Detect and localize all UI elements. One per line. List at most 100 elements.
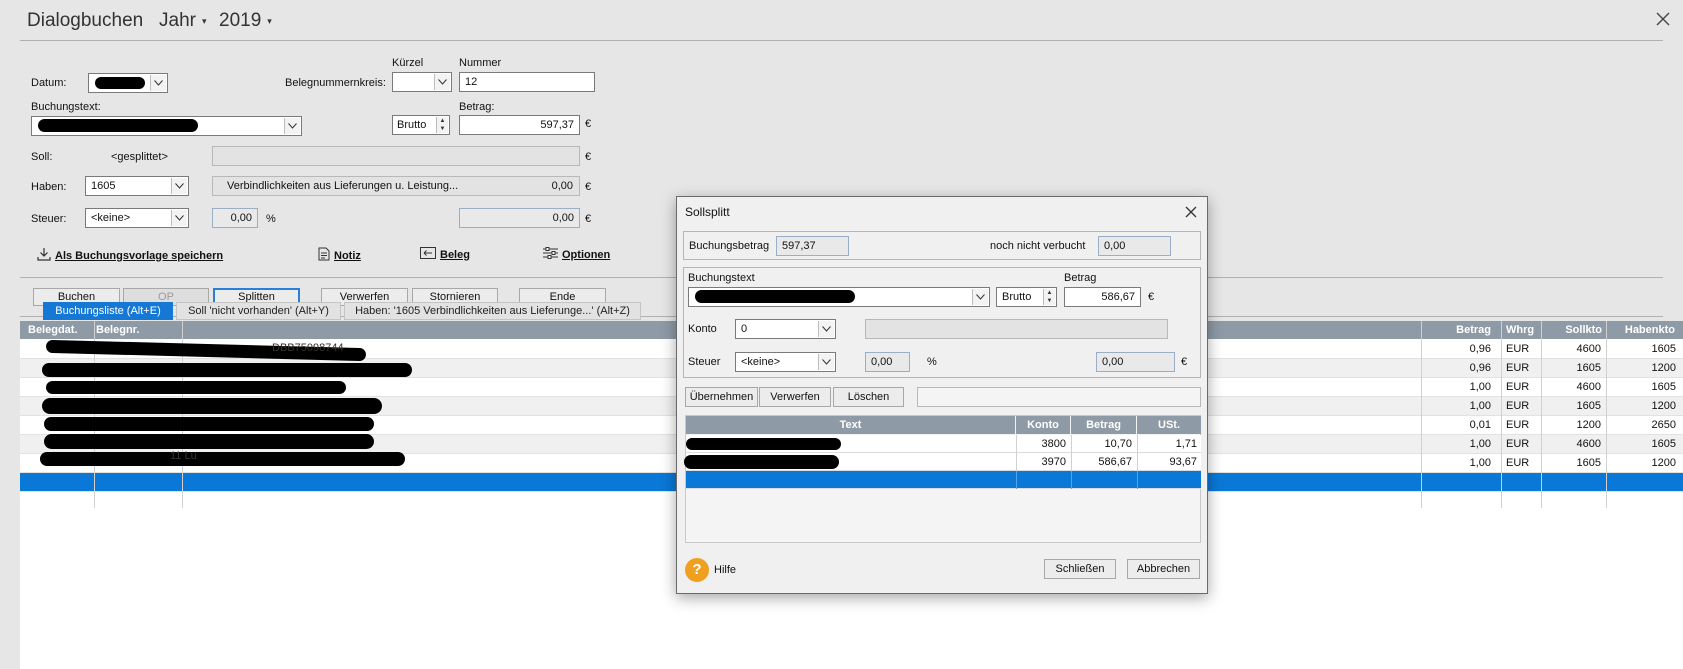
chevron-down-icon[interactable] — [434, 74, 450, 90]
col-betrag[interactable]: Betrag — [1421, 321, 1495, 339]
cell-habenkto: 2650 — [1651, 419, 1676, 431]
period-selector[interactable]: Jahr ▾ — [159, 10, 207, 32]
period-label: Jahr — [159, 10, 196, 31]
col-belegnr[interactable]: Belegnr. — [92, 321, 143, 339]
chevron-down-icon: ▾ — [267, 15, 272, 26]
haben-combo[interactable]: 1605 — [85, 176, 189, 196]
tab-soll[interactable]: Soll 'nicht vorhanden' (Alt+Y) — [176, 302, 341, 320]
haben-description: Verbindlichkeiten aus Lieferungen u. Lei… — [212, 176, 580, 196]
dlg-verwerfen-button[interactable]: Verwerfen — [759, 387, 831, 407]
dlg-buchungstext-label: Buchungstext — [688, 272, 755, 284]
dlg-betrag-label: Betrag — [1064, 272, 1097, 284]
year-label: 2019 — [219, 10, 262, 31]
kuerzel-label: Kürzel — [392, 57, 424, 69]
summary-frame: Buchungsbetrag 597,37 noch nicht verbuch… — [683, 231, 1201, 260]
split-edit-frame: Buchungstext Betrag Brutto ▲ ▼ 586,67 € K… — [683, 267, 1201, 378]
sliders-icon — [543, 247, 558, 262]
close-icon[interactable] — [1656, 12, 1670, 26]
steuer-rate: 0,00 — [212, 208, 258, 228]
currency-symbol: € — [585, 118, 592, 130]
split-cell-ust: 93,67 — [1169, 456, 1197, 468]
buchungstext-label: Buchungstext: — [31, 101, 101, 113]
loeschen-button[interactable]: Löschen — [833, 387, 904, 407]
cell-sollkto: 4600 — [1576, 438, 1601, 450]
soll-value: <gesplittet> — [111, 151, 168, 163]
dlg-steuer-label: Steuer — [688, 356, 721, 368]
cell-whrg: EUR — [1506, 381, 1530, 393]
split-row-selected[interactable] — [686, 471, 1201, 489]
tab-haben[interactable]: Haben: '1605 Verbindlichkeiten aus Liefe… — [344, 302, 641, 320]
cell-sollkto: 1200 — [1576, 419, 1601, 431]
split-col-konto[interactable]: Konto — [1016, 416, 1070, 434]
split-cell-ust: 1,71 — [1175, 438, 1197, 450]
steuer-combo[interactable]: <keine> — [85, 208, 189, 228]
schliessen-button[interactable]: Schließen — [1044, 559, 1116, 579]
uebernehmen-button[interactable]: Übernehmen — [685, 387, 758, 407]
dlg-buchungstext-combo[interactable] — [688, 287, 990, 307]
cell-betrag: 1,00 — [1469, 457, 1491, 469]
beleg-link[interactable]: Beleg — [420, 247, 470, 262]
spin-arrows-icon[interactable]: ▲ ▼ — [436, 117, 448, 133]
hilfe-label[interactable]: Hilfe — [714, 564, 736, 576]
split-col-text[interactable]: Text — [686, 416, 1015, 434]
buchungstext-combo[interactable] — [31, 116, 302, 136]
chevron-down-icon[interactable] — [972, 289, 988, 305]
currency-symbol: € — [585, 181, 592, 193]
split-col-ust[interactable]: USt. — [1137, 416, 1201, 434]
datum-field[interactable] — [88, 73, 168, 93]
optionen-link[interactable]: Optionen — [543, 247, 610, 262]
col-habenkto[interactable]: Habenkto — [1608, 321, 1679, 339]
cell-whrg: EUR — [1506, 343, 1530, 355]
cell-betrag: 1,00 — [1469, 438, 1491, 450]
dlg-steuer-rate: 0,00 — [865, 352, 910, 372]
cell-betrag: 1,00 — [1469, 400, 1491, 412]
download-icon — [37, 247, 51, 264]
chevron-down-icon[interactable] — [284, 118, 300, 134]
cell-sollkto: 1605 — [1576, 457, 1601, 469]
chevron-down-icon[interactable] — [150, 75, 166, 91]
haben-desc-text: Verbindlichkeiten aus Lieferungen u. Lei… — [227, 180, 459, 192]
notiz-label: Notiz — [334, 249, 361, 262]
brutto-spinner[interactable]: Brutto ▲ ▼ — [392, 115, 450, 135]
abbrechen-button[interactable]: Abbrechen — [1127, 559, 1200, 579]
dlg-steuer-amount: 0,00 — [1096, 352, 1175, 372]
brutto-value: Brutto — [397, 119, 427, 131]
betrag-input[interactable]: 597,37 — [459, 115, 580, 135]
chevron-down-icon[interactable] — [171, 210, 187, 226]
col-whrg[interactable]: Whrg — [1502, 321, 1538, 339]
cell-habenkto: 1200 — [1651, 400, 1676, 412]
chevron-down-icon[interactable] — [171, 178, 187, 194]
save-template-link[interactable]: Als Buchungsvorlage speichern — [37, 247, 223, 264]
close-icon[interactable] — [1185, 206, 1197, 218]
dlg-steuer-value: <keine> — [741, 356, 781, 368]
col-belegdat[interactable]: Belegdat. — [24, 321, 82, 339]
percent-symbol: % — [266, 213, 276, 225]
help-icon[interactable]: ? — [685, 558, 709, 582]
dlg-brutto-value: Brutto — [1002, 291, 1032, 303]
kuerzel-select[interactable] — [392, 72, 452, 92]
dlg-konto-combo[interactable]: 0 — [735, 319, 836, 339]
dlg-betrag-input[interactable]: 586,67 — [1064, 287, 1141, 307]
chevron-down-icon[interactable] — [818, 354, 834, 370]
buchungsbetrag-value: 597,37 — [776, 236, 849, 256]
tab-buchungsliste[interactable]: Buchungsliste (Alt+E) — [43, 302, 173, 320]
cell-betrag: 0,96 — [1469, 362, 1491, 374]
year-selector[interactable]: 2019 ▾ — [219, 10, 272, 32]
split-col-betrag[interactable]: Betrag — [1071, 416, 1136, 434]
betrag-label: Betrag: — [459, 101, 495, 113]
split-cell-betrag: 10,70 — [1104, 438, 1132, 450]
spin-arrows-icon[interactable]: ▲ ▼ — [1043, 289, 1055, 305]
dlg-brutto-spinner[interactable]: Brutto ▲ ▼ — [996, 287, 1057, 307]
split-table[interactable]: Text Konto Betrag USt. 3800 10,70 1,71 3970… — [684, 415, 1201, 543]
cell-sollkto: 4600 — [1576, 343, 1601, 355]
datum-label: Datum: — [31, 77, 67, 89]
col-sollkto[interactable]: Sollkto — [1550, 321, 1606, 339]
nummer-input[interactable]: 12 — [459, 72, 595, 92]
window-title: Dialogbuchen — [27, 10, 144, 31]
currency-symbol: € — [585, 213, 592, 225]
dlg-steuer-combo[interactable]: <keine> — [735, 352, 836, 372]
cell-betrag: 1,00 — [1469, 381, 1491, 393]
chevron-down-icon[interactable] — [818, 321, 834, 337]
notiz-link[interactable]: Notiz — [318, 247, 361, 264]
haben-amount: 0,00 — [551, 180, 573, 192]
